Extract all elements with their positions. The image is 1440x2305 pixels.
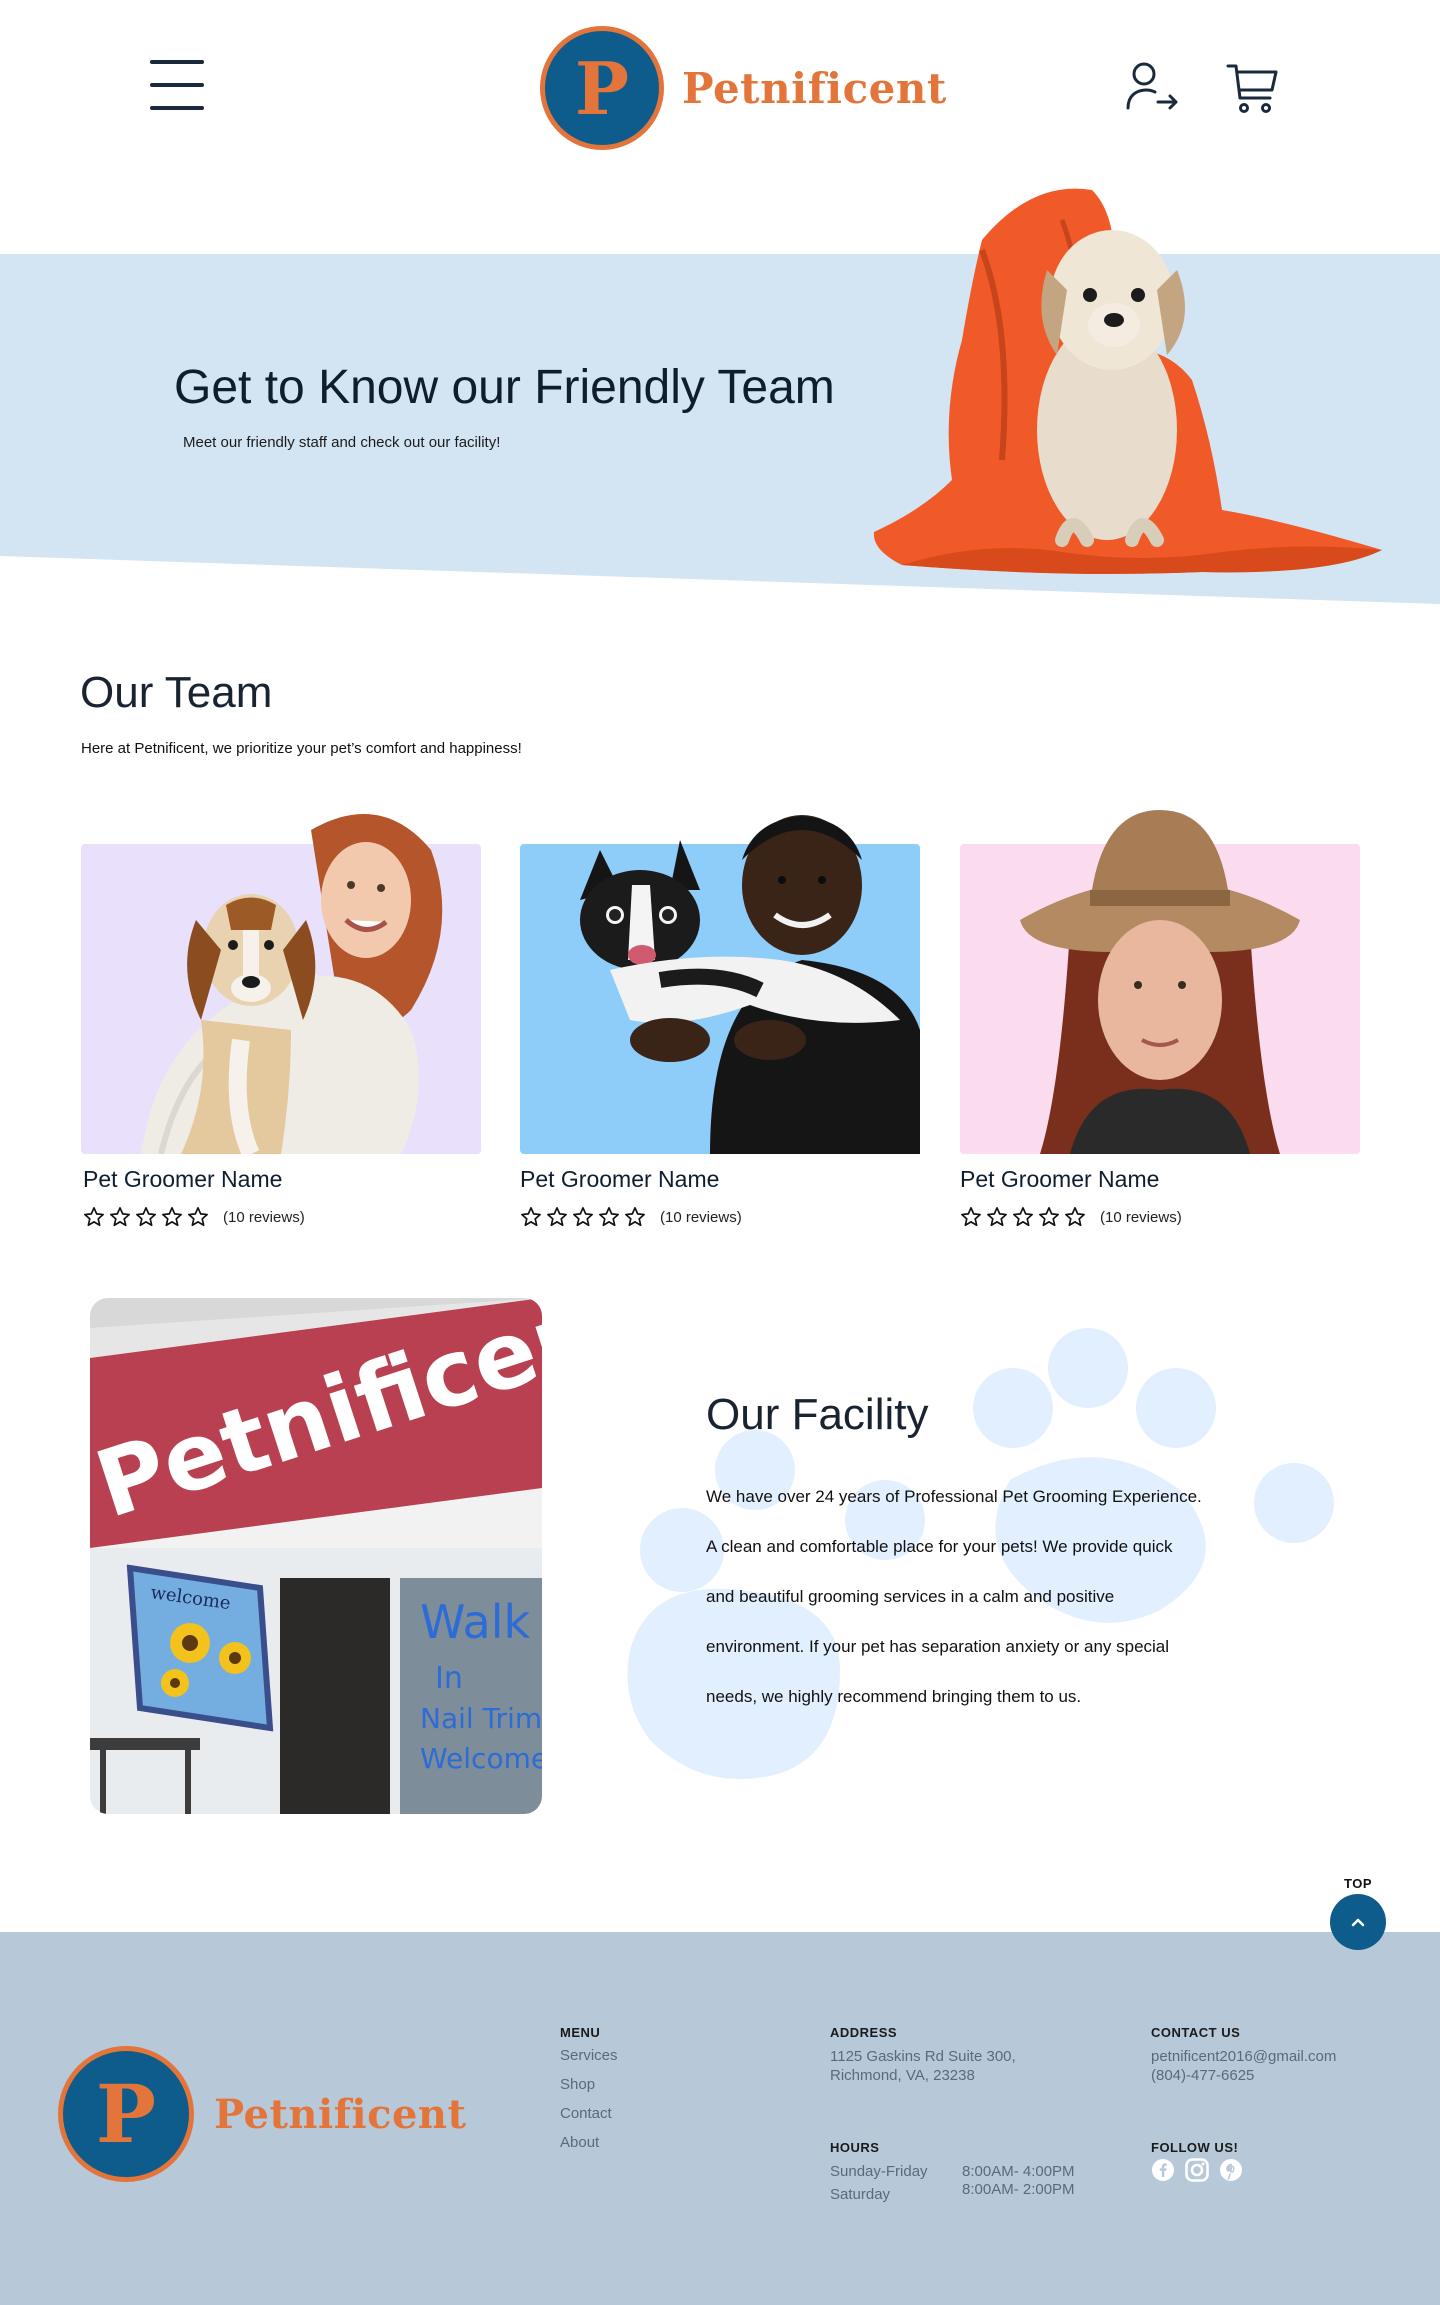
hours-time: 8:00AM- 2:00PM — [962, 2181, 1075, 2198]
star-icon[interactable] — [546, 1206, 568, 1228]
footer-logo[interactable]: P Petnificent — [58, 2046, 466, 2182]
dog-in-towel-image — [873, 188, 1382, 574]
footer-logo-mark: P — [58, 2046, 194, 2182]
facility-storefront-photo: Petnificent Walk In Nail Trim Welcome we… — [90, 1298, 542, 1814]
footer-hours-heading: HOURS — [830, 2140, 880, 2155]
groomer-photo — [141, 814, 443, 1154]
star-icon[interactable] — [1038, 1206, 1060, 1228]
star-icon[interactable] — [520, 1206, 542, 1228]
star-icon[interactable] — [83, 1206, 105, 1228]
star-icon[interactable] — [1012, 1206, 1034, 1228]
star-icon[interactable] — [187, 1206, 209, 1228]
star-icon[interactable] — [1064, 1206, 1086, 1228]
star-icon[interactable] — [572, 1206, 594, 1228]
star-icon[interactable] — [109, 1206, 131, 1228]
instagram-icon[interactable] — [1185, 2158, 1209, 2182]
facility-description-line: environment. If your pet has separation … — [706, 1637, 1170, 1656]
social-links — [1151, 2158, 1243, 2182]
review-count[interactable]: (10 reviews) — [223, 1209, 305, 1226]
star-rating[interactable] — [960, 1206, 1086, 1228]
facility-description-line: and beautiful grooming services in a cal… — [706, 1587, 1115, 1606]
logo-mark: P — [540, 26, 664, 150]
footer-follow-heading: FOLLOW US! — [1151, 2140, 1239, 2155]
facility-description-line: We have over 24 years of Professional Pe… — [706, 1487, 1202, 1506]
footer-link-contact[interactable]: Contact — [560, 2105, 612, 2122]
svg-text:In: In — [435, 1661, 463, 1696]
hours-day: Saturday — [830, 2186, 891, 2203]
team-section-title: Our Team — [80, 668, 273, 717]
groomer-photo — [580, 815, 920, 1154]
groomer-card[interactable]: Pet Groomer Name (10 reviews) — [520, 790, 920, 1230]
star-icon[interactable] — [986, 1206, 1008, 1228]
star-icon[interactable] — [598, 1206, 620, 1228]
groomer-card[interactable]: Pet Groomer Name (10 reviews) — [81, 790, 481, 1230]
footer-phone[interactable]: (804)-477-6625 — [1151, 2066, 1254, 2085]
footer-address-heading: ADDRESS — [830, 2025, 898, 2040]
hamburger-menu-icon[interactable] — [150, 60, 204, 112]
facility-description-line: needs, we highly recommend bringing them… — [706, 1687, 1082, 1706]
team-section-subtitle: Here at Petnificent, we prioritize your … — [81, 740, 522, 757]
hours-day: Sunday-Friday — [830, 2163, 928, 2180]
footer-address-line: 1125 Gaskins Rd Suite 300, — [830, 2048, 1016, 2065]
footer-email[interactable]: petnificent2016@gmail.com — [1151, 2047, 1336, 2066]
chevron-up-icon — [1351, 1918, 1365, 1927]
groomer-rating: (10 reviews) — [83, 1206, 305, 1228]
svg-text:Nail Trim: Nail Trim — [420, 1702, 542, 1735]
facility-section-title: Our Facility — [706, 1390, 929, 1439]
review-count[interactable]: (10 reviews) — [660, 1209, 742, 1226]
hero-subtitle: Meet our friendly staff and check out ou… — [183, 434, 501, 451]
back-to-top-button[interactable] — [1330, 1894, 1386, 1950]
footer-link-shop[interactable]: Shop — [560, 2076, 595, 2093]
groomer-name[interactable]: Pet Groomer Name — [83, 1166, 282, 1193]
star-icon[interactable] — [161, 1206, 183, 1228]
footer-brand-name: Petnificent — [214, 2090, 467, 2138]
header-logo[interactable]: P Petnificent — [540, 26, 947, 150]
groomer-name[interactable]: Pet Groomer Name — [520, 1166, 719, 1193]
star-rating[interactable] — [520, 1206, 646, 1228]
facility-description-line: A clean and comfortable place for your p… — [706, 1537, 1173, 1556]
footer-contact-heading: CONTACT US — [1151, 2025, 1241, 2040]
svg-text:Walk: Walk — [420, 1595, 531, 1649]
groomer-name[interactable]: Pet Groomer Name — [960, 1166, 1159, 1193]
star-icon[interactable] — [624, 1206, 646, 1228]
svg-text:Welcome: Welcome — [420, 1742, 542, 1775]
footer-menu-heading: MENU — [560, 2025, 601, 2040]
groomer-rating: (10 reviews) — [960, 1206, 1182, 1228]
back-to-top-label[interactable]: TOP — [1344, 1876, 1372, 1891]
groomer-rating: (10 reviews) — [520, 1206, 742, 1228]
groomer-card[interactable]: Pet Groomer Name (10 reviews) — [960, 790, 1360, 1230]
footer-link-about[interactable]: About — [560, 2134, 599, 2151]
shopping-cart-icon[interactable] — [1224, 60, 1280, 116]
hours-time: 8:00AM- 4:00PM — [962, 2163, 1075, 2180]
footer-link-services[interactable]: Services — [560, 2047, 618, 2064]
hero-title: Get to Know our Friendly Team — [174, 361, 835, 414]
star-icon[interactable] — [960, 1206, 982, 1228]
star-rating[interactable] — [83, 1206, 209, 1228]
review-count[interactable]: (10 reviews) — [1100, 1209, 1182, 1226]
pinterest-icon[interactable] — [1219, 2158, 1243, 2182]
footer-address-line: Richmond, VA, 23238 — [830, 2067, 975, 2084]
facebook-icon[interactable] — [1151, 2158, 1175, 2182]
facility-description: We have over 24 years of Professional Pe… — [706, 1472, 1266, 1722]
footer-address: 1125 Gaskins Rd Suite 300, Richmond, VA,… — [830, 2047, 1016, 2085]
brand-name: Petnificent — [682, 63, 947, 113]
star-icon[interactable] — [135, 1206, 157, 1228]
groomer-photo — [1020, 810, 1300, 1154]
account-login-icon[interactable] — [1124, 60, 1180, 116]
